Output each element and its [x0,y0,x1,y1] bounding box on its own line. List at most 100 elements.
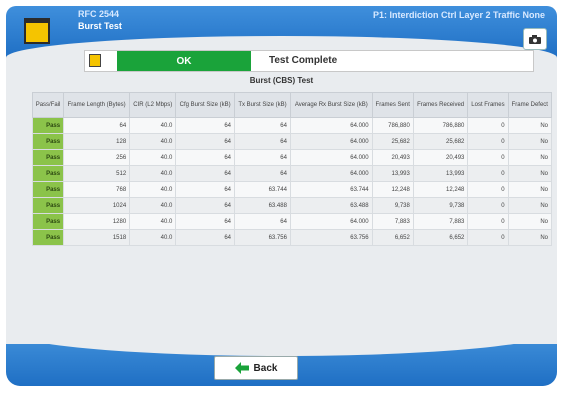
table-cell: 64 [175,213,236,230]
pass-fail-cell: Pass [31,149,65,166]
pass-fail-cell: Pass [31,117,65,134]
table-cell: No [507,229,553,246]
back-arrow-icon [234,362,249,374]
column-header: Frames Received [412,92,469,118]
table-cell: No [507,117,553,134]
table-cell: 786,880 [412,117,469,134]
pass-fail-cell: Pass [31,229,65,246]
table-row: Pass 1280 40.0 64 64 64.000 7,883 7,883 … [31,213,553,230]
pass-fail-cell: Pass [31,133,65,150]
table-cell: 40.0 [129,117,177,134]
table-row: Pass 512 40.0 64 64 64.000 13,993 13,993… [31,165,553,182]
footer-wave [6,330,557,356]
table-cell: 256 [63,149,131,166]
app-icon[interactable] [24,18,50,44]
table-title: Burst (CBS) Test [249,76,314,85]
table-cell: 64.000 [289,213,373,230]
table-cell: 64 [175,229,236,246]
table-header-row: Pass/Fail Frame Length (Bytes) CIR (L2 M… [31,92,553,118]
table-cell: 0 [467,197,509,214]
table-cell: 12,248 [412,181,469,198]
table-cell: 1518 [63,229,131,246]
table-cell: 64.000 [289,165,373,182]
table-row: Pass 768 40.0 64 63.744 63.744 12,248 12… [31,181,553,198]
column-header: Frame Defect [507,92,553,118]
table-cell: 40.0 [129,197,177,214]
test-type-label: RFC 2544 [78,9,120,19]
column-header: Pass/Fail [31,92,65,118]
camera-icon [529,34,541,44]
table-cell: 40.0 [129,149,177,166]
back-button-label: Back [253,362,278,374]
column-header: Tx Burst Size (kB) [234,92,291,118]
table-cell: No [507,197,553,214]
camera-button[interactable] [523,28,547,50]
table-cell: 0 [467,229,509,246]
table-cell: 0 [467,213,509,230]
table-cell: 40.0 [129,229,177,246]
table-cell: 64 [234,149,291,166]
pass-fail-cell: Pass [31,213,65,230]
table-cell: 63.756 [234,229,291,246]
column-header: Lost Frames [467,92,509,118]
table-cell: 64 [234,117,291,134]
table-cell: 768 [63,181,131,198]
table-cell: 63.744 [289,181,373,198]
table-cell: 20,493 [412,149,469,166]
table-cell: 1024 [63,197,131,214]
table-cell: 0 [467,133,509,150]
table-cell: 13,993 [412,165,469,182]
table-row: Pass 1024 40.0 64 63.488 63.488 9,738 9,… [31,197,553,214]
table-cell: 64 [175,197,236,214]
table-cell: 1280 [63,213,131,230]
table-cell: 128 [63,133,131,150]
port-info: P1: Interdiction Ctrl Layer 2 Traffic No… [372,10,545,20]
table-cell: 20,493 [371,149,414,166]
table-row: Pass 256 40.0 64 64 64.000 20,493 20,493… [31,149,553,166]
table-cell: 64 [234,165,291,182]
column-header: CIR (L2 Mbps) [129,92,177,118]
table-cell: 0 [467,181,509,198]
table-row: Pass 64 40.0 64 64 64.000 786,880 786,88… [31,117,553,134]
table-cell: 63.744 [234,181,291,198]
table-cell: 63.488 [234,197,291,214]
table-cell: 512 [63,165,131,182]
table-cell: 6,652 [371,229,414,246]
column-header: Cfg Burst Size (kB) [175,92,236,118]
table-cell: 40.0 [129,213,177,230]
table-cell: 64 [63,117,131,134]
column-header: Frame Length (Bytes) [63,92,131,118]
table-cell: 40.0 [129,133,177,150]
results-table: Pass/Fail Frame Length (Bytes) CIR (L2 M… [31,92,553,246]
table-cell: 40.0 [129,181,177,198]
table-cell: No [507,213,553,230]
back-button[interactable]: Back [214,356,298,380]
pass-fail-cell: Pass [31,165,65,182]
table-cell: 6,652 [412,229,469,246]
app-window: RFC 2544 Burst Test P1: Interdiction Ctr… [6,6,557,386]
table-cell: 0 [467,165,509,182]
table-cell: 0 [467,117,509,134]
table-cell: 64 [234,213,291,230]
status-icon[interactable] [89,54,101,67]
table-cell: 63.756 [289,229,373,246]
table-cell: 0 [467,149,509,166]
table-cell: No [507,133,553,150]
table-cell: 25,682 [412,133,469,150]
pass-fail-cell: Pass [31,197,65,214]
table-cell: 64 [175,149,236,166]
table-cell: 9,738 [371,197,414,214]
table-cell: No [507,165,553,182]
table-cell: 7,883 [371,213,414,230]
status-message: Test Complete [269,55,338,66]
table-cell: 64.000 [289,133,373,150]
table-cell: No [507,149,553,166]
pass-fail-cell: Pass [31,181,65,198]
table-cell: 25,682 [371,133,414,150]
table-cell: 12,248 [371,181,414,198]
status-bar: OK Test Complete [84,50,534,72]
status-result: OK [117,51,251,71]
table-cell: 64 [175,117,236,134]
table-cell: 64 [175,181,236,198]
table-cell: 63.488 [289,197,373,214]
